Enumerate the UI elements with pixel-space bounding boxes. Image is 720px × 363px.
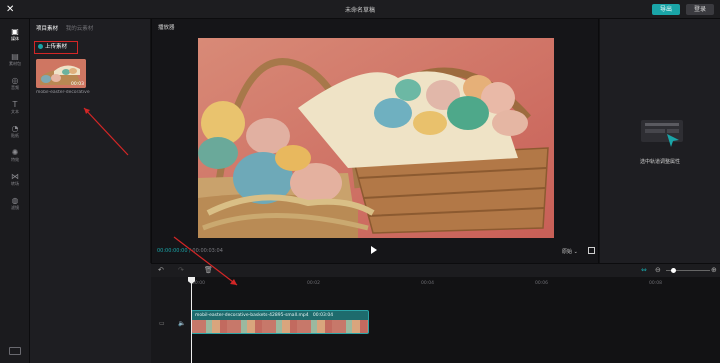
undo-icon[interactable]: ↶ (158, 266, 164, 274)
total-time: 00:00:03:04 (192, 248, 223, 254)
sidebar-item-text[interactable]: T 文本 (0, 100, 30, 115)
export-button[interactable]: 导出 (652, 4, 680, 15)
clip-duration: 00:03:04 (312, 313, 334, 318)
snap-icon[interactable]: ⇔ (641, 266, 647, 274)
video-frame-image (198, 38, 554, 238)
video-preview[interactable] (198, 38, 554, 238)
track-select-icon (641, 120, 683, 147)
keyboard-icon[interactable] (9, 347, 21, 355)
ruler-tick: 00:06 (535, 281, 548, 286)
sidebar-item-sticker[interactable]: ◔ 贴纸 (0, 124, 30, 139)
media-tabs: 项目素材 我的云素材 (36, 24, 93, 32)
video-clip[interactable]: mobil-easter-decorative-baskets-42895-sm… (191, 310, 369, 334)
aspect-ratio-label: 原始 (562, 249, 573, 255)
ruler-tick: 00:02 (307, 281, 320, 286)
delete-icon[interactable]: 🗑 (204, 266, 213, 274)
sidebar-item-label: 音频 (11, 85, 19, 90)
filter-icon: ◍ (11, 196, 19, 205)
play-icon[interactable] (371, 246, 377, 254)
upload-icon (38, 44, 43, 49)
timeline: ↶ ↷ 🗑 ⇔ ⊖ ⊕ 00:00 00:02 00:04 00:06 00:0… (151, 263, 720, 363)
properties-panel: 选中轨道调整属性 (600, 19, 720, 263)
text-icon: T (12, 100, 18, 109)
ruler-tick: 00:08 (649, 281, 662, 286)
document-title[interactable]: 未命名草稿 (0, 5, 720, 14)
sidebar-item-effects[interactable]: ✺ 特效 (0, 148, 30, 163)
zoom-in-icon[interactable]: ⊕ (711, 266, 717, 274)
template-icon: ▤ (11, 52, 19, 61)
media-panel: 项目素材 我的云素材 上传素材 00:03 mobil-easter-decor… (30, 19, 150, 263)
sidebar-item-label: 转场 (11, 181, 19, 186)
upload-button[interactable]: 上传素材 (34, 41, 78, 54)
redo-icon[interactable]: ↷ (178, 266, 184, 274)
sidebar-item-label: 文本 (11, 109, 19, 114)
upload-label: 上传素材 (45, 44, 68, 50)
ruler-tick: 00:04 (421, 281, 434, 286)
thumbnail-duration: 00:03 (71, 82, 84, 87)
media-panel-lower (30, 263, 151, 363)
transition-icon: ⋈ (11, 172, 19, 181)
audio-icon: ◎ (11, 76, 19, 85)
playback-time: 00:00:00:00 / 00:00:03:04 (157, 248, 223, 254)
sidebar-item-audio[interactable]: ◎ 音频 (0, 76, 30, 91)
fullscreen-icon[interactable] (588, 247, 595, 254)
sidebar-item-label: 特效 (11, 157, 19, 162)
sidebar-item-label: 滤镜 (11, 205, 19, 210)
clip-name: mobil-easter-decorative-baskets-42895-sm… (195, 313, 309, 318)
effects-icon: ✺ (11, 148, 19, 157)
current-time: 00:00:00:00 (157, 248, 188, 254)
sticker-icon: ◔ (11, 124, 19, 133)
sidebar-item-label: 媒体 (11, 36, 19, 41)
sidebar-item-transition[interactable]: ⋈ 转场 (0, 172, 30, 187)
login-button[interactable]: 登录 (686, 4, 714, 15)
top-bar: ✕ 未命名草稿 导出 登录 (0, 0, 720, 19)
thumbnail-name: mobil-easter-decorative (36, 90, 90, 95)
sidebar-item-label: 素材包 (9, 61, 21, 66)
media-icon: ▣ (11, 27, 19, 36)
zoom-slider-knob[interactable] (671, 268, 676, 273)
zoom-out-icon[interactable]: ⊖ (655, 266, 661, 274)
tab-project-media[interactable]: 项目素材 (36, 26, 58, 32)
left-nav: ▣ 媒体 ▤ 素材包 ◎ 音频 T 文本 ◔ 贴纸 ✺ 特效 ⋈ 转场 ◍ 滤镜 (0, 19, 30, 363)
media-thumbnail[interactable]: 00:03 (36, 59, 86, 88)
tab-cloud-media[interactable]: 我的云素材 (66, 26, 94, 32)
sidebar-item-filter[interactable]: ◍ 滤镜 (0, 196, 30, 211)
playhead[interactable] (191, 277, 192, 363)
clip-filmstrip (192, 320, 368, 333)
aspect-ratio-select[interactable]: 原始 ⌄ (562, 248, 578, 255)
track-audio-icon[interactable]: 🔈 (178, 320, 185, 328)
properties-hint: 选中轨道调整属性 (639, 159, 680, 165)
player-label: 播放器 (158, 25, 175, 31)
sidebar-item-label: 贴纸 (11, 133, 19, 138)
clip-label: mobil-easter-decorative-baskets-42895-sm… (195, 313, 333, 318)
player-panel: 播放器 00:00:00:00 / 00:00:03:04 原始 ⌄ (151, 19, 599, 263)
sidebar-item-media[interactable]: ▣ 媒体 (0, 27, 30, 42)
track-lock-icon[interactable]: ▭ (159, 320, 165, 328)
sidebar-item-template[interactable]: ▤ 素材包 (0, 52, 30, 67)
